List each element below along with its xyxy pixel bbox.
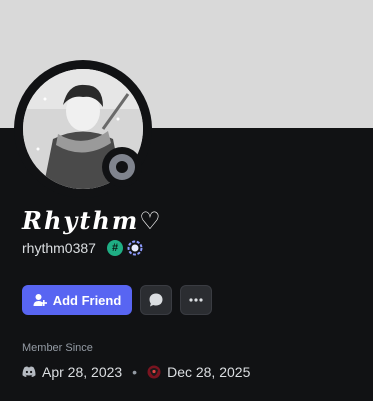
member-since-row: Apr 28, 2023 • Dec 28, 2025 (22, 364, 250, 380)
hashtag-badge-icon[interactable]: # (107, 240, 123, 256)
server-member-date: Dec 28, 2025 (167, 364, 251, 380)
display-name: Rhythm♡ (22, 206, 163, 235)
message-button[interactable] (140, 285, 172, 315)
status-indicator-hole (116, 161, 128, 173)
server-icon (147, 365, 161, 379)
username: rhythm0387 (22, 240, 96, 256)
more-dots-icon (189, 298, 203, 302)
more-options-button[interactable] (180, 285, 212, 315)
heart-decoration: ♡ (139, 207, 163, 235)
discord-member-date: Apr 28, 2023 (42, 364, 123, 380)
member-since-label: Member Since (22, 342, 93, 354)
add-user-icon (33, 294, 47, 306)
add-friend-button[interactable]: Add Friend (22, 285, 132, 315)
add-friend-label: Add Friend (52, 292, 122, 308)
ring-badge-icon[interactable] (127, 240, 143, 256)
separator-dot: • (132, 364, 138, 380)
discord-logo-icon (22, 366, 36, 377)
chat-bubble-icon (149, 293, 163, 307)
